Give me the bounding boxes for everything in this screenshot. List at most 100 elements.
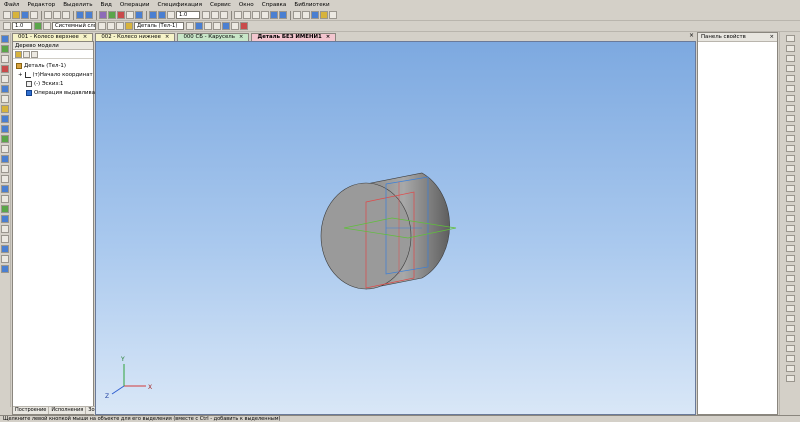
tool-35-icon[interactable] [785, 375, 795, 382]
tree-settings-icon[interactable] [31, 50, 38, 58]
shaded-edges-icon[interactable] [279, 11, 287, 19]
tool-8-icon[interactable] [785, 105, 795, 112]
tool-10-icon[interactable] [785, 125, 795, 132]
cylinder-body[interactable] [320, 172, 450, 290]
manager-icon[interactable] [99, 11, 107, 19]
copy-icon[interactable] [53, 11, 61, 19]
new-file-icon[interactable] [3, 11, 11, 19]
geometry-icon[interactable] [1, 35, 9, 43]
menu-specification[interactable]: Спецификация [157, 2, 201, 8]
undo-icon[interactable] [76, 11, 84, 19]
orientation-icon[interactable] [220, 11, 228, 19]
zoom-window-icon[interactable] [167, 11, 175, 19]
tool-14-icon[interactable] [785, 165, 795, 172]
zoom-out-icon[interactable] [158, 11, 166, 19]
no-hidden-icon[interactable] [261, 11, 269, 19]
zoom-combo[interactable]: 1.0 [176, 11, 200, 19]
tree-sort-icon[interactable] [23, 50, 30, 58]
tab-000-assembly[interactable]: 000 СБ - Карусель × [177, 33, 250, 41]
spec-tool-icon[interactable] [1, 245, 9, 253]
menu-file[interactable]: Файл [4, 2, 19, 8]
rotate-icon[interactable] [211, 11, 219, 19]
tool-18-icon[interactable] [785, 205, 795, 212]
tool-17-icon[interactable] [785, 195, 795, 202]
hidden-lines-icon[interactable] [243, 11, 251, 19]
tool-16-icon[interactable] [785, 185, 795, 192]
tool-27-icon[interactable] [785, 295, 795, 302]
color-icon[interactable] [195, 22, 203, 30]
ortho-icon[interactable] [34, 22, 42, 30]
hidden-thin-icon[interactable] [252, 11, 260, 19]
editing-icon[interactable] [1, 45, 9, 53]
part-body-icon[interactable] [125, 22, 133, 30]
tool-34-icon[interactable] [785, 365, 795, 372]
close-icon[interactable]: × [326, 34, 331, 41]
redo-icon[interactable] [85, 11, 93, 19]
report-tool-icon[interactable] [1, 255, 9, 263]
shaded-icon[interactable] [270, 11, 278, 19]
array-tool-icon[interactable] [1, 225, 9, 233]
extrude-tool-icon[interactable] [1, 115, 9, 123]
snap-icon[interactable] [107, 22, 115, 30]
material-icon[interactable] [204, 22, 212, 30]
variables-icon[interactable] [117, 11, 125, 19]
layer-manager-icon[interactable] [98, 22, 106, 30]
sweep-tool-icon[interactable] [1, 145, 9, 153]
expander-plus-icon[interactable]: + [18, 72, 23, 78]
tool-33-icon[interactable] [785, 355, 795, 362]
tool-1-icon[interactable] [785, 35, 795, 42]
tool-25-icon[interactable] [785, 275, 795, 282]
fx-icon[interactable] [126, 11, 134, 19]
tree-view-icon[interactable] [15, 50, 22, 58]
tool-4-icon[interactable] [785, 65, 795, 72]
view-icon[interactable] [222, 22, 230, 30]
tab-versions[interactable]: Исполнения [49, 407, 87, 414]
3d-viewport[interactable]: X Y Z [95, 41, 696, 415]
tool-22-icon[interactable] [785, 245, 795, 252]
select-tool-icon[interactable] [1, 265, 9, 273]
tree-item-sketch[interactable]: (-) Эскиз:1 [26, 81, 63, 87]
tool-20-icon[interactable] [785, 225, 795, 232]
grid-icon[interactable] [116, 22, 124, 30]
tool-6-icon[interactable] [785, 85, 795, 92]
shell-tool-icon[interactable] [1, 205, 9, 213]
tree-item-origin[interactable]: + (т)Начало координат [18, 72, 93, 78]
wireframe-icon[interactable] [234, 11, 242, 19]
loft-tool-icon[interactable] [1, 135, 9, 143]
rib-tool-icon[interactable] [1, 195, 9, 203]
close-icon[interactable]: × [689, 32, 694, 39]
layer-icon[interactable] [43, 22, 51, 30]
paste-icon[interactable] [62, 11, 70, 19]
cut-tool-icon[interactable] [1, 155, 9, 163]
tool-28-icon[interactable] [785, 305, 795, 312]
menu-operations[interactable]: Операции [120, 2, 150, 8]
menu-editor[interactable]: Редактор [27, 2, 55, 8]
dropdown-icon[interactable] [186, 22, 194, 30]
rectangle-icon[interactable] [1, 95, 9, 103]
close-icon[interactable]: × [769, 33, 774, 42]
arrow-select-icon[interactable] [302, 11, 310, 19]
tool-9-icon[interactable] [785, 115, 795, 122]
tool-21-icon[interactable] [785, 235, 795, 242]
pan-icon[interactable] [202, 11, 210, 19]
tool-32-icon[interactable] [785, 345, 795, 352]
dimension-icon[interactable] [1, 65, 9, 73]
tool-11-icon[interactable] [785, 135, 795, 142]
tab-build[interactable]: Построение [13, 407, 50, 414]
help-icon[interactable] [135, 11, 143, 19]
tab-002-wheel-bottom[interactable]: 002 - Колесо нижнее × [95, 33, 176, 41]
measure-tool-icon[interactable] [1, 235, 9, 243]
circle-icon[interactable] [1, 85, 9, 93]
stop-icon[interactable] [240, 22, 248, 30]
tree-item-part[interactable]: Деталь (Тел-1) [16, 63, 66, 69]
more-icon[interactable] [329, 11, 337, 19]
tool-2-icon[interactable] [785, 45, 795, 52]
menu-view[interactable]: Вид [101, 2, 112, 8]
tool-26-icon[interactable] [785, 285, 795, 292]
step-icon[interactable] [3, 22, 11, 30]
hole-tool-icon[interactable] [1, 185, 9, 193]
open-file-icon[interactable] [12, 11, 20, 19]
step-combo[interactable]: 1.0 [12, 22, 32, 30]
tool-31-icon[interactable] [785, 335, 795, 342]
tree-item-extrude[interactable]: Операция выдавливания [26, 90, 105, 96]
